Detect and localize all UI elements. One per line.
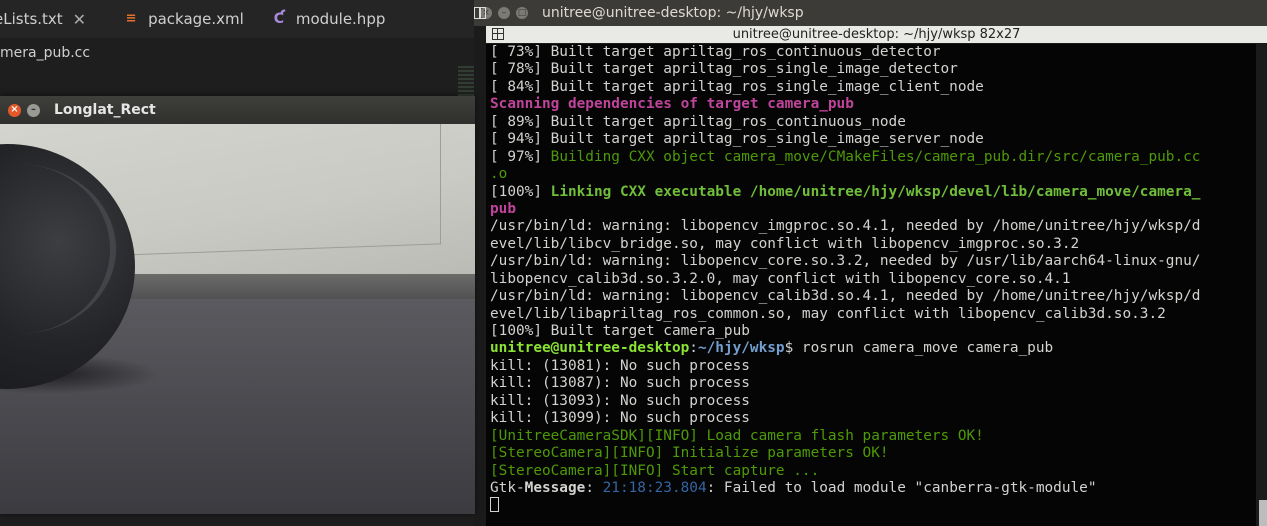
terminal-line: [ 97%] Building CXX object camera_move/C… bbox=[490, 149, 1200, 166]
terminal-text: /usr/bin/ld: warning: libopencv_calib3d.… bbox=[490, 288, 1201, 305]
terminal-text: kill: (13081): No such process bbox=[490, 357, 750, 374]
terminal-text: /usr/bin/ld: warning: libopencv_core.so.… bbox=[490, 253, 1201, 270]
terminal-text: evel/lib/libapriltag_ros_common.so, may … bbox=[490, 305, 1166, 322]
terminal-text: .o bbox=[490, 166, 508, 183]
terminal-line: [ 89%] Built target apriltag_ros_continu… bbox=[490, 114, 1200, 131]
terminal-text: $ rosrun camera_move camera_pub bbox=[784, 340, 1054, 357]
terminal-text: [ 89%] Built target apriltag_ros_continu… bbox=[490, 113, 906, 130]
terminal-line: Scanning dependencies of target camera_p… bbox=[490, 96, 1200, 113]
terminal-titlebar[interactable]: × – □ unitree@unitree-desktop: ~/hjy/wks… bbox=[474, 0, 1267, 26]
terminal-text: [ 84%] Built target apriltag_ros_single_… bbox=[490, 78, 984, 95]
terminal-text: [ 94%] Built target apriltag_ros_single_… bbox=[490, 131, 984, 148]
terminal-line: /usr/bin/ld: warning: libopencv_imgproc.… bbox=[490, 218, 1200, 235]
terminal-text: kill: (13099): No such process bbox=[490, 410, 750, 427]
terminal-line: [ 94%] Built target apriltag_ros_single_… bbox=[490, 131, 1200, 148]
terminal-text: [100%] Built target camera_pub bbox=[490, 323, 750, 339]
terminal-line: [ 84%] Built target apriltag_ros_single_… bbox=[490, 79, 1200, 96]
scrollbar[interactable] bbox=[1259, 500, 1267, 526]
terminal-text: Linking CXX executable /home/unitree/hjy… bbox=[550, 183, 1201, 200]
terminal-text: : Failed to load module "canberra-gtk-mo… bbox=[706, 479, 1097, 496]
terminal-line: [StereoCamera][INFO] Initialize paramete… bbox=[490, 445, 1200, 462]
terminal-title: unitree@unitree-desktop: ~/hjy/wksp bbox=[542, 5, 804, 21]
tab-label: package.xml bbox=[148, 10, 244, 28]
terminal-text: evel/lib/libcv_bridge.so, may conflict w… bbox=[490, 235, 1080, 252]
terminal-text: Gtk- bbox=[490, 479, 525, 496]
terminal-text: 21:18:23.804 bbox=[602, 479, 707, 496]
terminal-text: Scanning dependencies of target camera_p… bbox=[490, 96, 854, 113]
tab-module-hpp[interactable]: Ƈ module.hpp bbox=[272, 0, 400, 38]
terminal-text: [StereoCamera][INFO] Initialize paramete… bbox=[490, 445, 889, 462]
terminal-text: /usr/bin/ld: warning: libopencv_imgproc.… bbox=[490, 218, 1201, 235]
terminal-line: libopencv_calib3d.so.3.2.0, may conflict… bbox=[490, 271, 1200, 288]
tab-label: module.hpp bbox=[295, 10, 386, 28]
minimize-icon[interactable]: – bbox=[498, 7, 510, 19]
cpp-file-icon: Ƈ bbox=[273, 11, 284, 27]
terminal-line: [ 73%] Built target apriltag_ros_continu… bbox=[490, 44, 1200, 61]
terminal-line: pub bbox=[490, 201, 1200, 218]
terminal-line: .o bbox=[490, 166, 1200, 183]
terminal-tab[interactable]: unitree@unitree-desktop: ~/hjy/wksp 82x2… bbox=[486, 26, 1267, 43]
terminal-line: evel/lib/libapriltag_ros_common.so, may … bbox=[490, 306, 1200, 323]
terminal-text: [ 73%] Built target apriltag_ros_continu… bbox=[490, 44, 941, 60]
split-view-icon[interactable] bbox=[474, 7, 486, 19]
terminal-text: unitree@unitree-desktop bbox=[490, 340, 690, 357]
terminal-line: /usr/bin/ld: warning: libopencv_calib3d.… bbox=[490, 288, 1200, 305]
terminal-text: Building CXX object camera_move/CMakeFil… bbox=[550, 148, 1201, 165]
terminal-text: [100%] bbox=[490, 183, 551, 200]
terminal-tab-title: unitree@unitree-desktop: ~/hjy/wksp 82x2… bbox=[732, 27, 1021, 42]
tab-package-xml[interactable]: ≡ package.xml bbox=[124, 0, 258, 38]
tab-label: eLists.txt bbox=[0, 10, 63, 28]
tab-cmakelists[interactable]: eLists.txt ✕ bbox=[0, 0, 100, 38]
terminal-line: [StereoCamera][INFO] Start capture ... bbox=[490, 463, 1200, 480]
window-titlebar[interactable]: × – Longlat_Rect bbox=[0, 96, 475, 124]
window-title: Longlat_Rect bbox=[54, 102, 156, 118]
terminal-text: : bbox=[689, 340, 698, 357]
terminal-line: [100%] Linking CXX executable /home/unit… bbox=[490, 184, 1200, 201]
terminal-text: kill: (13087): No such process bbox=[490, 375, 750, 392]
terminal-prompt-line[interactable] bbox=[490, 497, 1200, 514]
terminal-line: kill: (13087): No such process bbox=[490, 375, 1200, 392]
terminal-text: [StereoCamera][INFO] Start capture ... bbox=[490, 462, 820, 479]
minimize-icon[interactable]: – bbox=[27, 103, 40, 117]
terminal-line: Gtk-Message: 21:18:23.804: Failed to loa… bbox=[490, 480, 1200, 497]
terminal-line: /usr/bin/ld: warning: libopencv_core.so.… bbox=[490, 253, 1200, 270]
terminal-line: [UnitreeCameraSDK][INFO] Load camera fla… bbox=[490, 428, 1200, 445]
terminal-text: pub bbox=[490, 200, 516, 217]
terminal-line: [ 78%] Built target apriltag_ros_single_… bbox=[490, 61, 1200, 78]
editor-tab-bar: eLists.txt ✕ ≡ package.xml Ƈ module.hpp bbox=[0, 0, 474, 38]
terminal-text: libopencv_calib3d.so.3.2.0, may conflict… bbox=[490, 270, 1071, 287]
terminal-output[interactable]: [ 73%] Built target apriltag_ros_continu… bbox=[486, 44, 1256, 526]
terminal-line: kill: (13093): No such process bbox=[490, 393, 1200, 410]
tab-menu-icon[interactable] bbox=[492, 28, 504, 40]
terminal-text: ~/hjy/wksp bbox=[697, 340, 785, 357]
terminal-line: evel/lib/libcv_bridge.so, may conflict w… bbox=[490, 236, 1200, 253]
terminal-lines: [ 73%] Built target apriltag_ros_continu… bbox=[490, 44, 1200, 515]
terminal-line: [100%] Built target camera_pub bbox=[490, 323, 1200, 340]
terminal-line: kill: (13081): No such process bbox=[490, 358, 1200, 375]
terminal-text: [ 78%] Built target apriltag_ros_single_… bbox=[490, 61, 958, 78]
terminal-text: [UnitreeCameraSDK][INFO] Load camera fla… bbox=[490, 427, 984, 444]
text-cursor bbox=[490, 497, 499, 513]
terminal-text: : bbox=[585, 479, 603, 496]
camera-image bbox=[0, 124, 475, 514]
terminal-line: unitree@unitree-desktop:~/hjy/wksp$ rosr… bbox=[490, 340, 1200, 357]
close-icon[interactable]: × bbox=[8, 103, 21, 117]
terminal-text: kill: (13093): No such process bbox=[490, 392, 750, 409]
terminal-line: kill: (13099): No such process bbox=[490, 410, 1200, 427]
terminal-text: [ 97%] bbox=[490, 148, 551, 165]
rss-file-icon: ≡ bbox=[125, 11, 137, 26]
close-icon[interactable]: ✕ bbox=[73, 10, 86, 29]
breadcrumb[interactable]: mera_pub.cc bbox=[0, 40, 90, 66]
image-window: × – Longlat_Rect bbox=[0, 96, 475, 514]
box-edge bbox=[120, 124, 441, 256]
maximize-icon[interactable]: □ bbox=[516, 7, 528, 19]
terminal-text: Message bbox=[524, 479, 586, 496]
